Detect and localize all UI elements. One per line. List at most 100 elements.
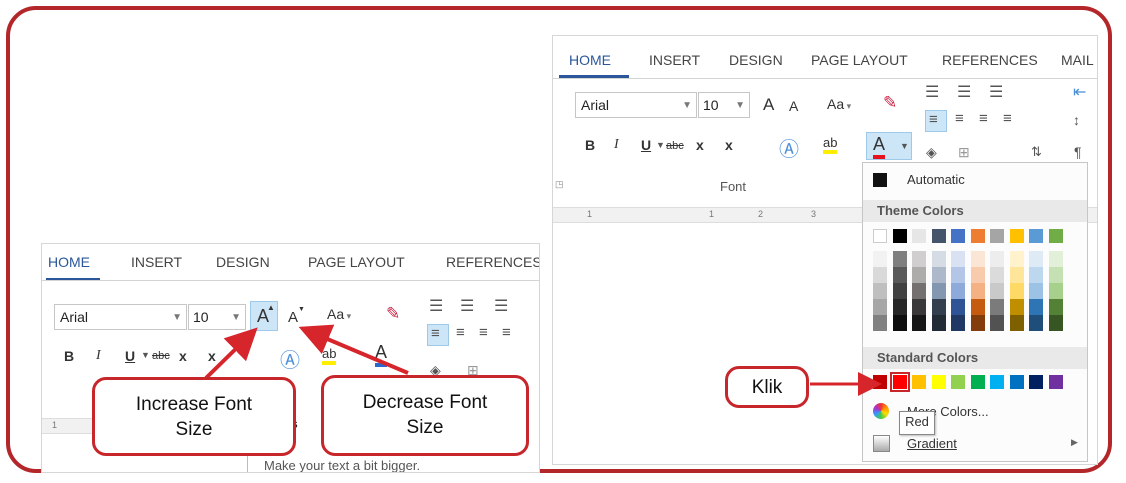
- theme-color-swatch[interactable]: [931, 229, 946, 243]
- tab-design[interactable]: DESIGN: [729, 52, 783, 68]
- tab-page-layout[interactable]: PAGE LAYOUT: [811, 52, 908, 68]
- tab-references[interactable]: REFERENCES: [942, 52, 1038, 68]
- font-color-icon[interactable]: A: [375, 342, 388, 367]
- theme-shade-swatch[interactable]: [970, 315, 985, 331]
- align-right-icon[interactable]: ≡: [979, 110, 988, 127]
- standard-color-swatch[interactable]: [970, 375, 985, 389]
- theme-shade-swatch[interactable]: [1048, 267, 1063, 283]
- shading-icon[interactable]: ◈: [926, 144, 937, 161]
- standard-color-swatch[interactable]: [931, 375, 946, 389]
- multilevel-list-icon[interactable]: ☰: [494, 296, 508, 316]
- underline-button[interactable]: U: [125, 348, 135, 364]
- font-color-button[interactable]: A ▼: [866, 132, 912, 160]
- justify-icon[interactable]: ≡: [502, 324, 511, 341]
- standard-color-swatch[interactable]: [951, 375, 965, 389]
- align-center-icon[interactable]: ≡: [456, 324, 465, 341]
- theme-shade-swatch[interactable]: [931, 251, 946, 267]
- line-spacing-icon[interactable]: ↕: [1073, 112, 1080, 128]
- theme-shade-swatch[interactable]: [873, 283, 887, 299]
- theme-shade-swatch[interactable]: [1029, 283, 1043, 299]
- underline-button[interactable]: U: [641, 137, 651, 153]
- bold-button[interactable]: B: [64, 348, 74, 364]
- theme-shade-swatch[interactable]: [990, 267, 1004, 283]
- theme-shade-swatch[interactable]: [970, 299, 985, 315]
- italic-button[interactable]: I: [96, 348, 101, 364]
- theme-shade-swatch[interactable]: [1009, 315, 1024, 331]
- theme-shade-swatch[interactable]: [1029, 315, 1043, 331]
- theme-shade-swatch[interactable]: [990, 251, 1004, 267]
- tab-insert[interactable]: INSERT: [131, 254, 182, 270]
- standard-color-swatch[interactable]: [1029, 375, 1043, 389]
- dialog-launcher-icon[interactable]: ◳: [555, 179, 564, 190]
- theme-shade-swatch[interactable]: [912, 315, 926, 331]
- highlight-icon[interactable]: ab: [322, 346, 337, 365]
- theme-shade-swatch[interactable]: [892, 267, 907, 283]
- highlight-icon[interactable]: ab: [823, 135, 838, 154]
- chevron-down-icon[interactable]: ▼: [172, 312, 182, 323]
- tab-page-layout[interactable]: PAGE LAYOUT: [308, 254, 405, 270]
- theme-shade-swatch[interactable]: [1009, 283, 1024, 299]
- decrease-indent-icon[interactable]: ⇤: [1073, 82, 1086, 102]
- font-size-box[interactable]: 10 ▼: [698, 92, 750, 118]
- theme-shade-swatch[interactable]: [1009, 299, 1024, 315]
- theme-shade-swatch[interactable]: [873, 267, 887, 283]
- theme-shade-swatch[interactable]: [1009, 267, 1024, 283]
- standard-color-swatch[interactable]: [990, 375, 1004, 389]
- theme-shade-swatch[interactable]: [1029, 251, 1043, 267]
- theme-shade-swatch[interactable]: [1009, 251, 1024, 267]
- italic-button[interactable]: I: [614, 137, 619, 153]
- show-marks-icon[interactable]: ¶: [1074, 144, 1082, 160]
- theme-color-swatch[interactable]: [1048, 229, 1063, 243]
- theme-shade-swatch[interactable]: [951, 283, 965, 299]
- standard-color-swatch[interactable]: [1048, 375, 1063, 389]
- tab-home[interactable]: HOME: [569, 52, 611, 68]
- chevron-down-icon[interactable]: ▼: [682, 100, 692, 111]
- chevron-down-icon[interactable]: ▼: [735, 100, 745, 111]
- theme-color-swatch[interactable]: [1029, 229, 1043, 243]
- theme-shade-swatch[interactable]: [873, 251, 887, 267]
- tab-insert[interactable]: INSERT: [649, 52, 700, 68]
- theme-shade-swatch[interactable]: [990, 299, 1004, 315]
- justify-icon[interactable]: ≡: [1003, 110, 1012, 127]
- theme-shade-swatch[interactable]: [931, 283, 946, 299]
- standard-color-swatch[interactable]: [873, 375, 887, 389]
- borders-icon[interactable]: ⊞: [958, 144, 970, 161]
- bold-button[interactable]: B: [585, 137, 595, 153]
- tab-references[interactable]: REFERENCES: [446, 254, 539, 270]
- chevron-down-icon[interactable]: ▼: [141, 350, 150, 360]
- text-effects-icon[interactable]: Ⓐ: [779, 133, 799, 162]
- theme-shade-swatch[interactable]: [951, 267, 965, 283]
- superscript-button[interactable]: x: [725, 137, 733, 153]
- numbering-icon[interactable]: ☰: [460, 296, 474, 316]
- theme-shade-swatch[interactable]: [892, 299, 907, 315]
- standard-color-swatch[interactable]: [1009, 375, 1024, 389]
- theme-shade-swatch[interactable]: [1029, 299, 1043, 315]
- theme-color-swatch[interactable]: [970, 229, 985, 243]
- align-right-icon[interactable]: ≡: [479, 324, 488, 341]
- chevron-down-icon[interactable]: ▼: [656, 140, 665, 150]
- theme-color-swatch[interactable]: [1009, 229, 1024, 243]
- theme-shade-swatch[interactable]: [931, 299, 946, 315]
- sort-icon[interactable]: ⇅: [1031, 144, 1042, 160]
- theme-color-swatch[interactable]: [873, 229, 887, 243]
- theme-shade-swatch[interactable]: [990, 283, 1004, 299]
- theme-shade-swatch[interactable]: [912, 283, 926, 299]
- increase-font-size-button[interactable]: A: [763, 95, 774, 115]
- theme-shade-swatch[interactable]: [1048, 283, 1063, 299]
- theme-shade-swatch[interactable]: [1029, 267, 1043, 283]
- theme-shade-swatch[interactable]: [951, 251, 965, 267]
- align-left-button[interactable]: ≡: [925, 110, 947, 132]
- align-left-button[interactable]: ≡: [427, 324, 449, 346]
- theme-color-swatch[interactable]: [990, 229, 1004, 243]
- chevron-down-icon[interactable]: ▼: [231, 312, 241, 323]
- decrease-font-size-button[interactable]: A: [789, 98, 798, 114]
- decrease-font-size-button[interactable]: A ▼: [286, 306, 308, 330]
- theme-shade-swatch[interactable]: [970, 267, 985, 283]
- theme-color-swatch[interactable]: [951, 229, 965, 243]
- theme-shade-swatch[interactable]: [1048, 315, 1063, 331]
- change-case-button[interactable]: Aa ▾: [327, 306, 351, 322]
- bullets-icon[interactable]: ☰: [429, 296, 443, 316]
- theme-shade-swatch[interactable]: [912, 251, 926, 267]
- theme-shade-swatch[interactable]: [931, 315, 946, 331]
- numbering-icon[interactable]: ☰: [957, 82, 971, 102]
